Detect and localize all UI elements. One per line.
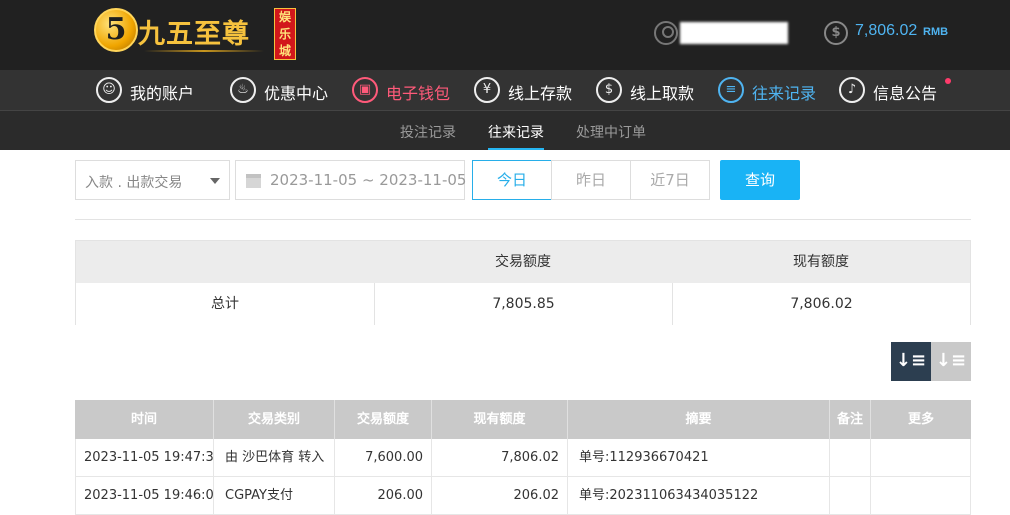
user-circle-icon: ☺ [96, 77, 122, 103]
summary-label: 总计 [76, 283, 374, 325]
query-button[interactable]: 查询 [720, 160, 800, 200]
col-amount[interactable]: 交易额度 [335, 400, 432, 439]
date-range-input[interactable]: 2023-11-05 ~ 2023-11-05 [235, 160, 467, 200]
cell-time: 2023-11-05 19:46:00 [75, 477, 214, 515]
last-7-days-button[interactable]: 近7日 [630, 160, 710, 200]
cell-type: CGPAY支付 [214, 477, 335, 515]
notification-dot [945, 78, 951, 84]
chevron-down-icon [210, 178, 220, 184]
sort-ascending-icon[interactable]: ↓≡ [931, 342, 971, 381]
tab-transaction-records[interactable]: 往来记录 [488, 122, 544, 150]
col-balance[interactable]: 现有额度 [432, 400, 568, 439]
col-more[interactable]: 更多 [871, 400, 971, 439]
summary-header-trade: 交易额度 [374, 241, 672, 283]
user-icon [654, 21, 678, 45]
main-nav: ☺ 我的账户 ♨ 优惠中心 ▣ 电子钱包 ¥ 线上存款 $ 线上取款 ≡ 往来记录 ♪ 信息公… [0, 70, 1010, 111]
sort-descending-icon[interactable]: ↓≡ [891, 342, 931, 381]
col-time[interactable]: 时间 [75, 400, 214, 439]
logo-name: 九五至尊 [138, 19, 250, 50]
transaction-type-value: 入款 . 出款交易 [85, 175, 183, 191]
deposit-icon: ¥ [474, 77, 500, 103]
summary-table: 交易额度 现有额度 总计 7,805.85 7,806.02 [75, 240, 971, 325]
col-type[interactable]: 交易类别 [214, 400, 335, 439]
transaction-type-select[interactable]: 入款 . 出款交易 [75, 160, 230, 200]
cell-balance: 7,806.02 [432, 439, 568, 477]
brand-logo[interactable]: 5 九五至尊 娱乐城 [92, 6, 302, 62]
tab-pending-orders[interactable]: 处理中订单 [576, 122, 646, 142]
nav-label: 优惠中心 [264, 84, 329, 103]
sub-nav: 投注记录 往来记录 处理中订单 [0, 111, 1010, 150]
col-note[interactable]: 备注 [830, 400, 871, 439]
nav-label: 线上取款 [630, 84, 695, 103]
balance-currency: RMB [923, 26, 949, 38]
cell-type: 由 沙巴体育 转入 [214, 439, 335, 477]
cell-summary: 单号:112936670421 [568, 439, 830, 477]
cell-more[interactable] [871, 439, 971, 477]
yesterday-button[interactable]: 昨日 [551, 160, 631, 200]
summary-current-value: 7,806.02 [672, 283, 970, 325]
calendar-icon [246, 174, 261, 188]
bell-icon: ♪ [839, 77, 865, 103]
divider [75, 219, 971, 220]
logo-badge-number: 5 [105, 12, 127, 47]
col-summary[interactable]: 摘要 [568, 400, 830, 439]
tab-bet-records[interactable]: 投注记录 [400, 122, 456, 142]
record-icon: ≡ [718, 77, 744, 103]
top-bar: 5 九五至尊 娱乐城 $ 7,806.02 RMB [0, 0, 1010, 70]
cell-time: 2023-11-05 19:47:38 [75, 439, 214, 477]
cell-amount: 206.00 [335, 477, 432, 515]
filter-bar: 入款 . 出款交易 2023-11-05 ~ 2023-11-05 今日 昨日 … [75, 160, 971, 200]
username-redacted [680, 22, 788, 44]
summary-header-current: 现有额度 [672, 241, 970, 283]
cell-summary: 单号:202311063434035122 [568, 477, 830, 515]
logo-ornament [144, 50, 264, 52]
logo-sub-text: 娱乐城 [274, 8, 296, 60]
dollar-icon: $ [824, 21, 848, 45]
nav-label: 我的账户 [130, 84, 195, 103]
cell-note [830, 477, 871, 515]
date-range-value: 2023-11-05 ~ 2023-11-05 [270, 171, 467, 189]
logo-badge: 5 [94, 8, 138, 52]
nav-label: 信息公告 [873, 84, 938, 103]
withdraw-icon: $ [596, 77, 622, 103]
wallet-icon: ▣ [352, 77, 378, 103]
gift-icon: ♨ [230, 77, 256, 103]
nav-label: 电子钱包 [386, 84, 451, 103]
nav-label: 往来记录 [752, 84, 817, 103]
balance-value: 7,806.02 [855, 22, 918, 39]
cell-note [830, 439, 871, 477]
cell-amount: 7,600.00 [335, 439, 432, 477]
nav-label: 线上存款 [508, 84, 573, 103]
summary-header-blank [76, 241, 374, 283]
cell-balance: 206.02 [432, 477, 568, 515]
summary-trade-value: 7,805.85 [374, 283, 672, 325]
cell-more[interactable] [871, 477, 971, 515]
today-button[interactable]: 今日 [472, 160, 552, 200]
